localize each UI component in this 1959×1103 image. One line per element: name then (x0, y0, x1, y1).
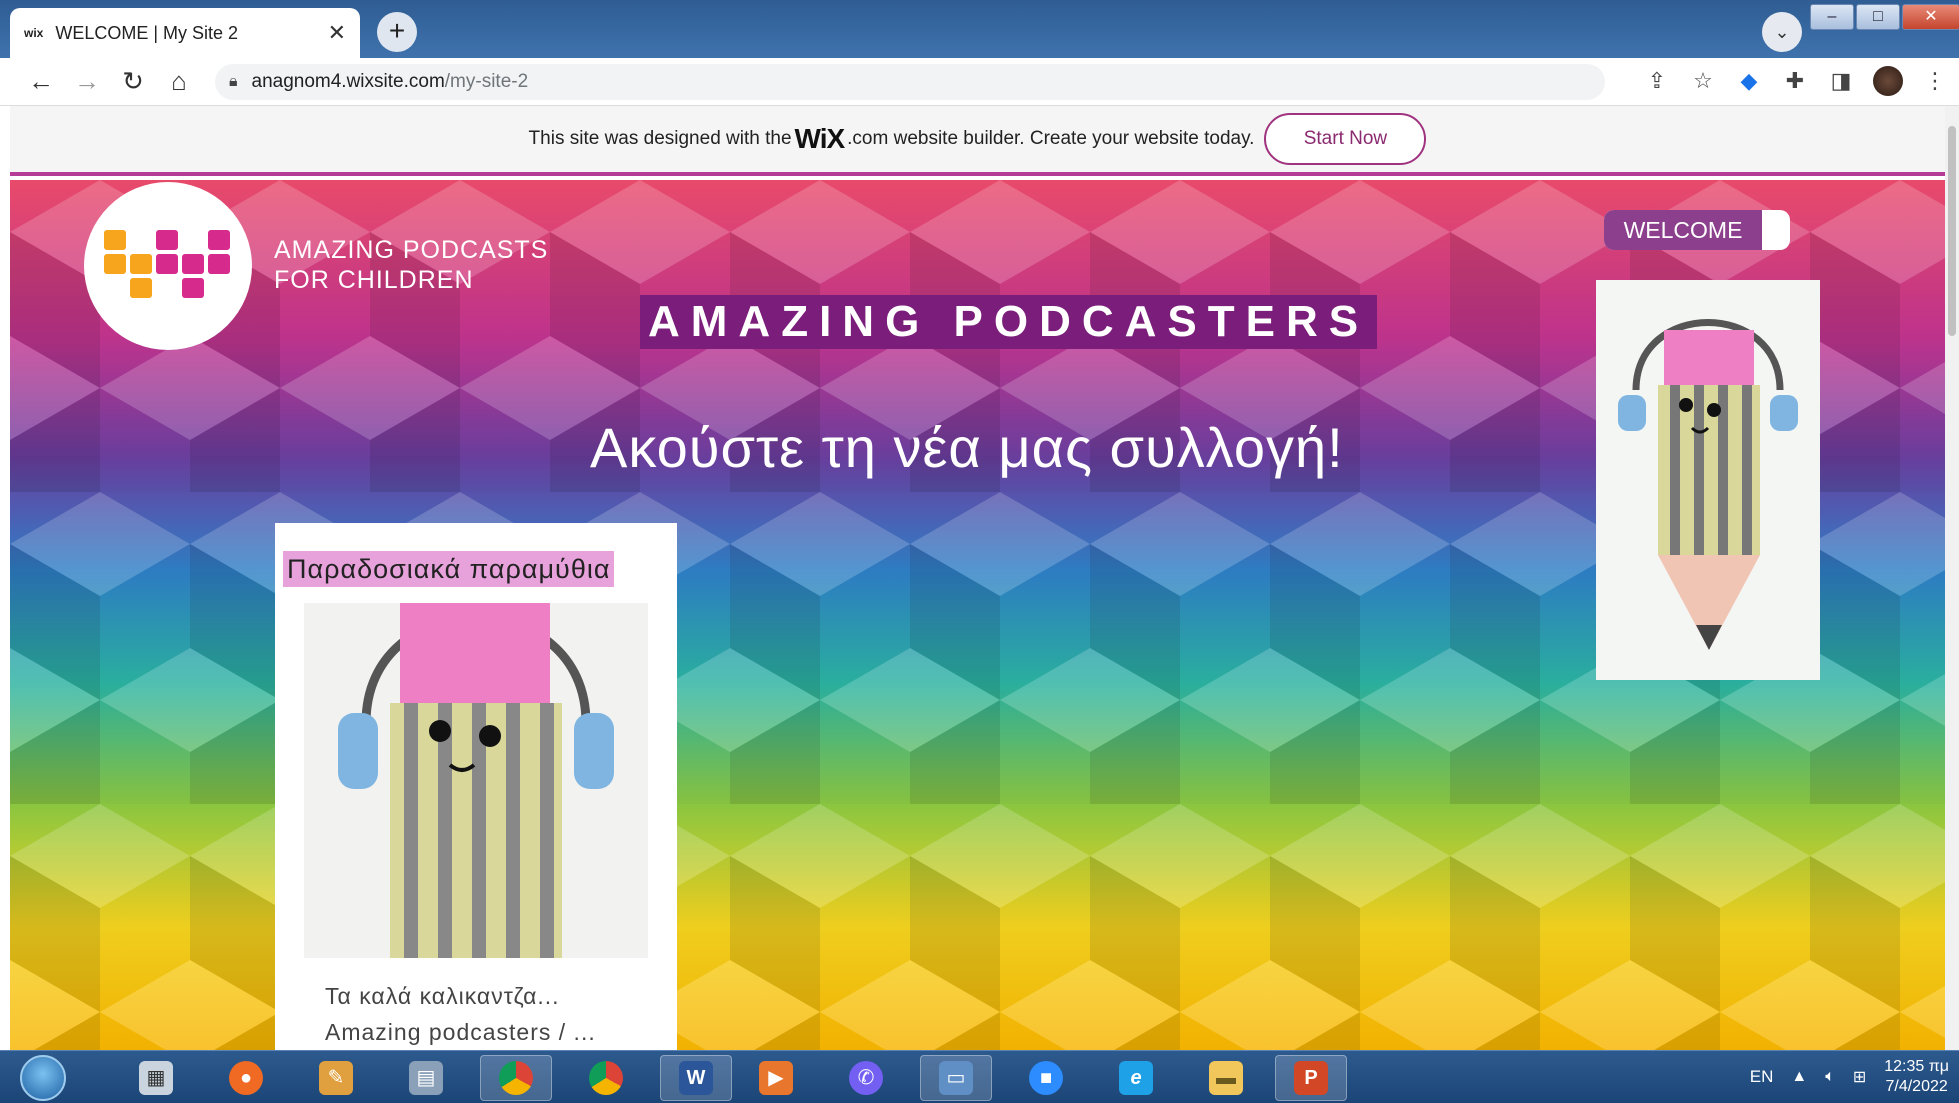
taskbar-chrome[interactable] (570, 1055, 642, 1101)
pencil-drawing-image (1596, 280, 1820, 680)
remote-desktop-icon: ▭ (939, 1061, 973, 1095)
taskbar-viber[interactable]: ✆ (830, 1055, 902, 1101)
pencil-character-icon (1618, 319, 1798, 650)
language-indicator[interactable]: EN (1750, 1067, 1774, 1087)
menu-kebab-icon[interactable]: ⋮ (1921, 67, 1949, 95)
wix-banner: This site was designed with the WiX .com… (10, 106, 1945, 176)
media-player-icon: ▶ (759, 1061, 793, 1095)
taskbar-internet-explorer[interactable]: e (1100, 1055, 1172, 1101)
system-tray: EN ▲ 🔈︎ ⊞ 12:35 πμ 7/4/2022 (1750, 1057, 1949, 1097)
side-panel-icon[interactable]: ◨ (1827, 67, 1855, 95)
lock-icon[interactable]: 🔒︎ (229, 73, 238, 91)
chrome-icon (499, 1061, 533, 1095)
url-path: /my-site-2 (444, 71, 529, 92)
wix-banner-text-after: .com website builder. Create your websit… (847, 128, 1255, 149)
pencil-closeup-icon (338, 603, 614, 958)
taskbar-paint[interactable]: ✎ (300, 1055, 372, 1101)
story-card-image[interactable] (304, 603, 648, 958)
site-name-line1: AMAZING PODCASTS (274, 236, 549, 264)
story-card-title[interactable]: Παραδοσιακά παραμύθια (283, 551, 615, 587)
new-tab-button[interactable]: + (377, 12, 417, 52)
close-window-button[interactable]: ✕ (1902, 4, 1959, 30)
page-subheading: Ακούστε τη νέα μας συλλογή! (590, 416, 1344, 479)
nav-welcome-label: WELCOME (1604, 210, 1762, 250)
folder-icon: ▬ (1209, 1061, 1243, 1095)
story-card[interactable]: Παραδοσιακά παραμύθια Τα καλά καλικαντζα… (275, 523, 677, 1050)
back-arrow-icon[interactable]: ← (18, 66, 64, 97)
firefox-icon: ● (229, 1061, 263, 1095)
logo-blocks-icon (104, 230, 230, 298)
site-name-line2: FOR CHILDREN (274, 266, 474, 294)
wix-favicon-icon: wix (24, 26, 44, 40)
word-icon: W (679, 1061, 713, 1095)
paint-icon: ✎ (319, 1061, 353, 1095)
volume-icon[interactable]: 🔈︎ (1825, 1068, 1835, 1086)
taskbar-firefox[interactable]: ● (210, 1055, 282, 1101)
wix-logo[interactable]: WiX (795, 123, 846, 155)
taskbar-chrome-active[interactable] (480, 1055, 552, 1101)
clock-date: 7/4/2022 (1885, 1078, 1948, 1095)
taskbar-powerpoint[interactable]: P (1275, 1055, 1347, 1101)
clock[interactable]: 12:35 πμ 7/4/2022 (1884, 1057, 1949, 1097)
calculator-icon: ▦ (139, 1061, 173, 1095)
page-scrollbar[interactable] (1945, 106, 1959, 1050)
tab-search-chevron-icon[interactable]: ⌄ (1762, 12, 1802, 52)
home-icon[interactable]: ⌂ (156, 66, 202, 97)
share-icon[interactable]: ⇪ (1643, 67, 1671, 95)
viber-icon: ✆ (849, 1061, 883, 1095)
page-heading-box: AMAZING PODCASTERS (640, 295, 1378, 349)
window-controls: – □ ✕ (1810, 4, 1959, 30)
screen: wix WELCOME | My Site 2 ✕ + ⌄ – □ ✕ ← → … (0, 0, 1959, 1103)
start-button[interactable] (20, 1055, 66, 1101)
site-name[interactable]: AMAZING PODCASTS FOR CHILDREN (274, 235, 548, 295)
toolbar-right-icons: ⇪ ☆ ◆ ✚ ◨ ⋮ (1643, 66, 1949, 96)
taskbar-media-player[interactable]: ▶ (740, 1055, 812, 1101)
windows-taskbar: ▦ ● ✎ ▤ W ▶ ✆ ▭ ■ e ▬ P EN ▲ 🔈︎ ⊞ 12:35 … (0, 1050, 1959, 1103)
url-domain: anagnom4.wixsite.com (251, 71, 445, 92)
browser-toolbar: ← → ↻ ⌂ 🔒︎ anagnom4.wixsite.com/my-site-… (0, 58, 1959, 106)
forward-arrow-icon[interactable]: → (64, 66, 110, 97)
extensions-puzzle-icon[interactable]: ✚ (1781, 67, 1809, 95)
wix-banner-text-before: This site was designed with the (528, 128, 792, 149)
maximize-button[interactable]: □ (1856, 4, 1900, 30)
nav-welcome-menu[interactable]: WELCOME (1604, 210, 1790, 250)
profile-avatar[interactable] (1873, 66, 1903, 96)
page-heading: AMAZING PODCASTERS (648, 297, 1370, 346)
internet-explorer-icon: e (1119, 1061, 1153, 1095)
bookmark-star-icon[interactable]: ☆ (1689, 67, 1717, 95)
show-hidden-icons-icon[interactable]: ▲ (1791, 1068, 1807, 1086)
network-icon[interactable]: ⊞ (1853, 1067, 1866, 1087)
browser-tab-strip: wix WELCOME | My Site 2 ✕ + ⌄ – □ ✕ (0, 0, 1959, 58)
story-card-subcaption[interactable]: Amazing podcasters / ... (325, 1019, 596, 1046)
site-page: AMAZING PODCASTS FOR CHILDREN AMAZING PO… (10, 180, 1945, 1050)
start-now-button[interactable]: Start Now (1264, 113, 1427, 165)
taskbar-file-explorer[interactable]: ▬ (1190, 1055, 1262, 1101)
zoom-video-icon: ■ (1029, 1061, 1063, 1095)
taskbar-scanner[interactable]: ▤ (390, 1055, 462, 1101)
taskbar-word[interactable]: W (660, 1055, 732, 1101)
powerpoint-icon: P (1294, 1061, 1328, 1095)
minimize-button[interactable]: – (1810, 4, 1854, 30)
site-logo[interactable] (84, 182, 252, 350)
taskbar-zoom[interactable]: ■ (1010, 1055, 1082, 1101)
tab-title: WELCOME | My Site 2 (55, 22, 239, 43)
taskbar-calculator[interactable]: ▦ (120, 1055, 192, 1101)
scrollbar-thumb[interactable] (1948, 126, 1956, 336)
scanner-icon: ▤ (409, 1061, 443, 1095)
chrome-icon (589, 1061, 623, 1095)
extension-diamond-icon[interactable]: ◆ (1735, 67, 1763, 95)
browser-tab[interactable]: wix WELCOME | My Site 2 ✕ (10, 8, 360, 58)
taskbar-remote-desktop[interactable]: ▭ (920, 1055, 992, 1101)
reload-icon[interactable]: ↻ (110, 66, 156, 97)
close-tab-icon[interactable]: ✕ (328, 20, 346, 46)
clock-time: 12:35 πμ (1884, 1058, 1949, 1075)
address-bar[interactable]: 🔒︎ anagnom4.wixsite.com/my-site-2 (215, 64, 1605, 100)
story-card-caption[interactable]: Τα καλά καλικαντζα... (325, 983, 560, 1010)
